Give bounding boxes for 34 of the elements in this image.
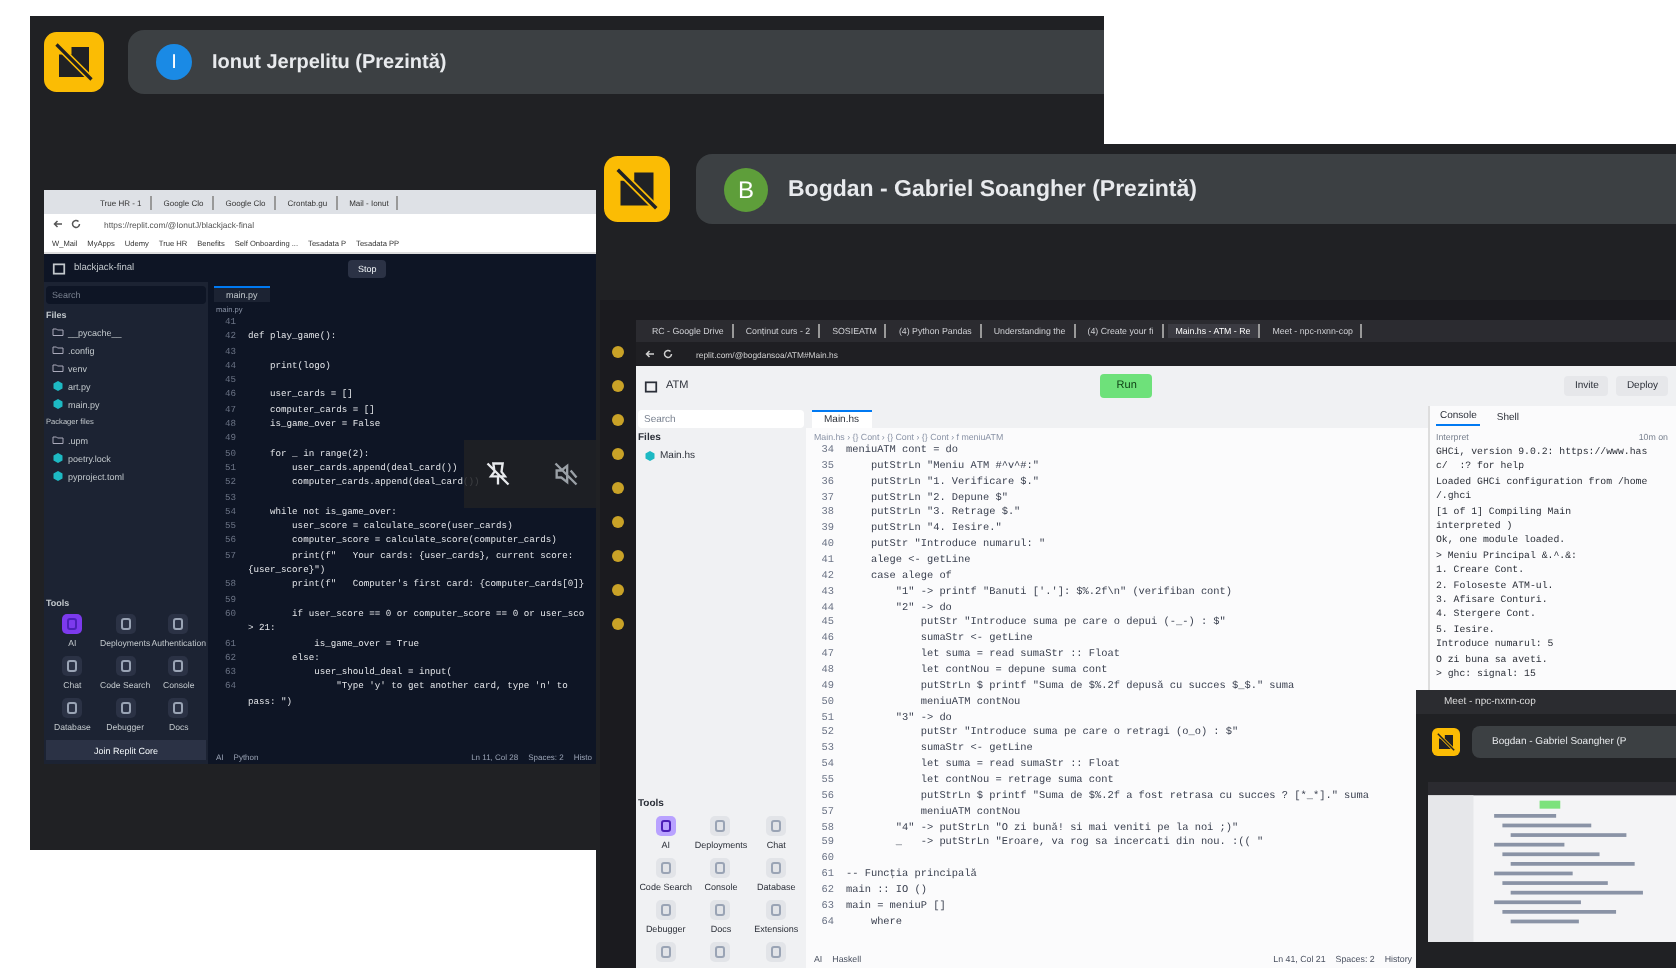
sidebar-app-icon: [610, 582, 626, 598]
camera-off-icon[interactable]: [44, 32, 104, 92]
tool-icon[interactable]: [113, 696, 138, 720]
file-icon: [644, 450, 656, 462]
sidebar-app-icon: [610, 446, 626, 462]
reload-icon: [662, 348, 674, 360]
sidebar-app-icon: [610, 378, 626, 394]
tool-icon[interactable]: [60, 654, 85, 678]
sidebar-toggle-icon[interactable]: [644, 379, 658, 393]
sidebar-app-icon: [610, 412, 626, 428]
tool-icon[interactable]: [166, 696, 191, 720]
sidebar-app-icon: [610, 514, 626, 530]
sidebar-app-icon: [610, 480, 626, 496]
sidebar-app-icon: [610, 616, 626, 632]
back-icon: [52, 218, 64, 230]
camera-off-icon[interactable]: [604, 154, 670, 224]
folder-icon: [52, 434, 64, 446]
tool-icon[interactable]: [166, 654, 191, 678]
camera-off-icon[interactable]: [1432, 728, 1460, 756]
tool-icon[interactable]: [653, 814, 678, 838]
speaker-off-icon[interactable]: [552, 460, 580, 488]
participant-name: Bogdan - Gabriel Soangher (Prezintă): [788, 177, 1197, 201]
sidebar-app-icon: [610, 344, 626, 360]
avatar: B: [724, 167, 768, 211]
tool-icon[interactable]: [166, 612, 191, 636]
tool-icon[interactable]: [113, 612, 138, 636]
back-icon: [644, 348, 656, 360]
tool-icon[interactable]: [60, 696, 85, 720]
sidebar-app-icon: [610, 548, 626, 564]
reload-icon: [70, 218, 82, 230]
participant-name: Ionut Jerpelitu (Prezintă): [212, 51, 447, 73]
pin-off-icon[interactable]: [484, 460, 512, 488]
tool-icon[interactable]: [113, 654, 138, 678]
avatar: I: [156, 44, 192, 80]
